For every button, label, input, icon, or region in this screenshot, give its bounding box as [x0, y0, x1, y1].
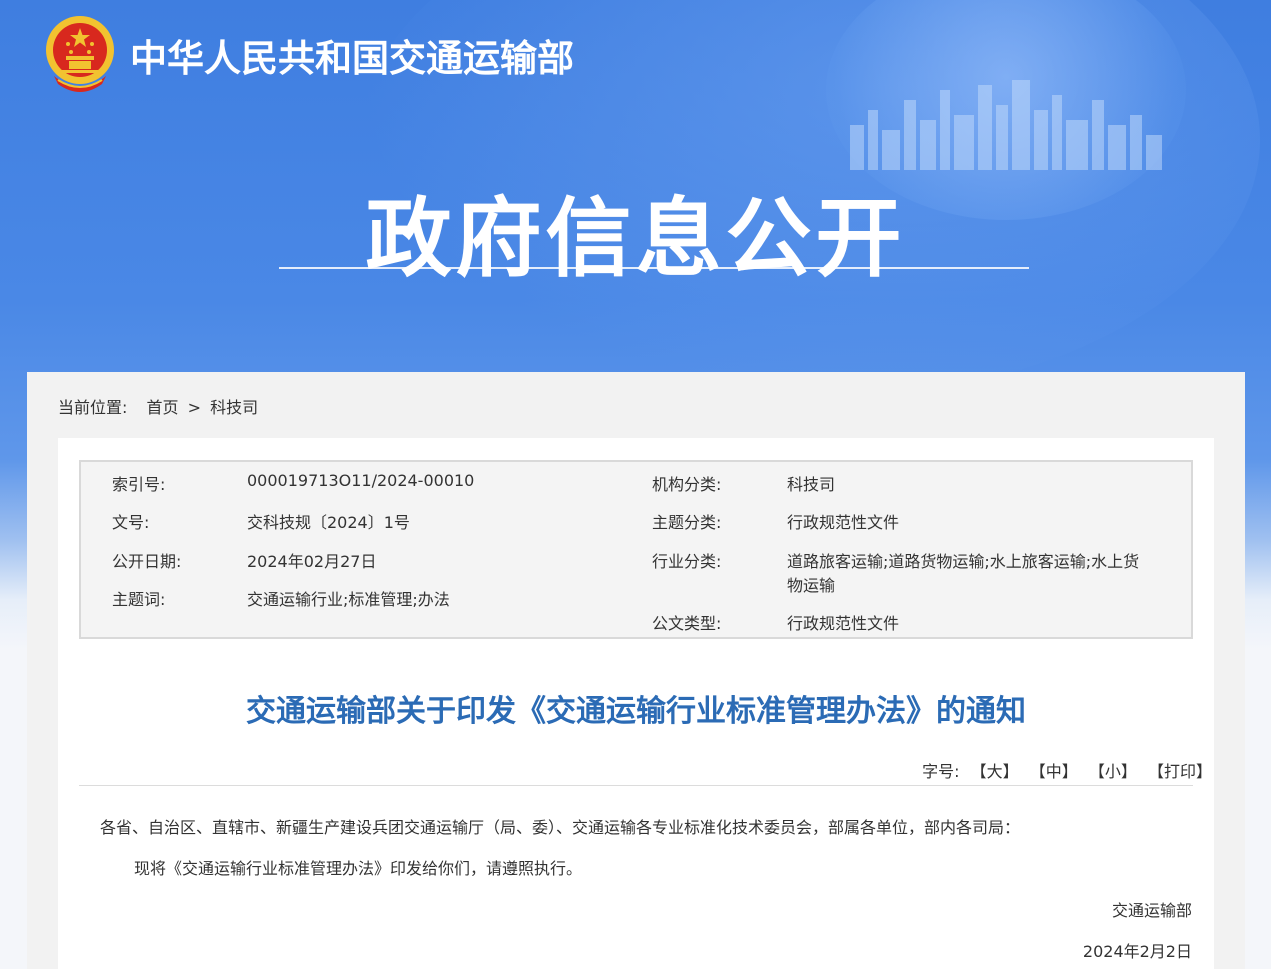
- industry-value-line1: 道路旅客运输;道路货物运输;水上旅客运输;水上货: [787, 552, 1140, 571]
- national-emblem-icon: [46, 16, 114, 92]
- org-label: 机构分类:: [652, 475, 722, 494]
- signature: 交通运输部: [1111, 901, 1192, 920]
- breadcrumb: 当前位置: 首页 > 科技司: [58, 394, 262, 418]
- industry-label: 行业分类:: [652, 552, 722, 571]
- org-value: 科技司: [787, 475, 836, 494]
- doc-number-value: 交科技规〔2024〕1号: [247, 513, 410, 532]
- banner-underline: [279, 267, 1029, 269]
- industry-value-line2: 物运输: [787, 576, 836, 595]
- addressee-paragraph: 各省、自治区、直辖市、新疆生产建设兵团交通运输厅（局、委）、交通运输各专业标准化…: [100, 818, 1021, 837]
- doc-type-value: 行政规范性文件: [787, 614, 900, 633]
- breadcrumb-separator: >: [187, 398, 202, 417]
- banner-heading: 政府信息公开: [365, 189, 906, 289]
- print-button[interactable]: 【打印】: [1148, 762, 1212, 781]
- keywords-label: 主题词:: [112, 590, 166, 609]
- font-large-button[interactable]: 【大】: [971, 762, 1019, 781]
- breadcrumb-current-link[interactable]: 科技司: [210, 398, 258, 417]
- topic-label: 主题分类:: [652, 513, 722, 532]
- doc-type-label: 公文类型:: [652, 614, 722, 633]
- index-label: 索引号:: [112, 475, 166, 494]
- keywords-value: 交通运输行业;标准管理;办法: [247, 590, 450, 609]
- main-panel: 当前位置: 首页 > 科技司 索引号: 000019713O11/2024-00…: [27, 372, 1245, 969]
- publish-date-value: 2024年02月27日: [247, 552, 377, 571]
- index-value: 000019713O11/2024-00010: [247, 471, 475, 490]
- document-date: 2024年2月2日: [1082, 942, 1192, 961]
- font-small-button[interactable]: 【小】: [1089, 762, 1137, 781]
- font-medium-button[interactable]: 【中】: [1030, 762, 1078, 781]
- document-metadata-table: 索引号: 000019713O11/2024-00010 文号: 交科技规〔20…: [79, 460, 1193, 639]
- document-title: 交通运输部关于印发《交通运输行业标准管理办法》的通知: [246, 694, 1026, 729]
- header-banner: 中华人民共和国交通运输部 政府信息公开: [0, 0, 1271, 372]
- city-skyline-graphic: [850, 80, 1162, 170]
- breadcrumb-home-link[interactable]: 首页: [147, 398, 179, 417]
- font-size-label: 字号:: [922, 762, 960, 781]
- site-title[interactable]: 中华人民共和国交通运输部: [130, 28, 574, 82]
- title-divider: [79, 785, 1193, 786]
- body-paragraph: 现将《交通运输行业标准管理办法》印发给你们，请遵照执行。: [134, 859, 583, 878]
- topic-value: 行政规范性文件: [787, 513, 900, 532]
- document-content: 索引号: 000019713O11/2024-00010 文号: 交科技规〔20…: [58, 438, 1214, 969]
- font-size-controls: 字号: 【大】 【中】 【小】 【打印】: [922, 758, 1214, 782]
- breadcrumb-prefix: 当前位置:: [58, 398, 128, 417]
- publish-date-label: 公开日期:: [112, 552, 182, 571]
- doc-number-label: 文号:: [112, 513, 150, 532]
